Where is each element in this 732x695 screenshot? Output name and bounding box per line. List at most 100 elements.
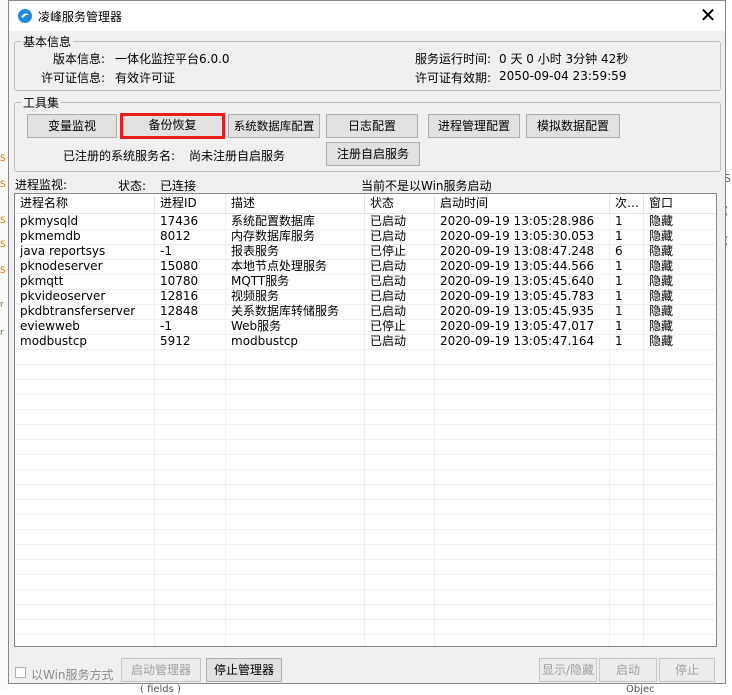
- column-header-count[interactable]: 次…: [610, 194, 644, 213]
- cell-window: 隐藏: [649, 319, 674, 333]
- cell-pid: -1: [160, 319, 172, 333]
- cell-start-time: 2020-09-19 13:08:47.248: [440, 244, 595, 258]
- cell-count: 1: [615, 274, 623, 288]
- cell-window: 隐藏: [649, 214, 674, 228]
- start-button[interactable]: 启动: [599, 658, 657, 682]
- win-service-checkbox-label: 以Win服务方式: [31, 668, 114, 682]
- registered-service-label: 已注册的系统服务名:: [63, 149, 176, 163]
- cell-window: 隐藏: [649, 334, 674, 348]
- cell-count: 1: [615, 304, 623, 318]
- cell-count: 1: [615, 289, 623, 303]
- cell-process-name: pkdbtransferserver: [20, 304, 136, 318]
- win-service-checkbox[interactable]: [15, 667, 26, 678]
- cell-count: 1: [615, 334, 623, 348]
- background-marker: r: [0, 300, 4, 310]
- column-header-pid[interactable]: 进程ID: [155, 194, 226, 213]
- background-marker: S: [0, 216, 6, 226]
- cell-description: 系统配置数据库: [231, 214, 316, 228]
- cell-pid: 8012: [160, 229, 191, 243]
- status-label: 状态:: [118, 179, 147, 193]
- title-bar[interactable]: 凌峰服务管理器 ✕: [9, 1, 725, 31]
- cell-status: 已启动: [370, 229, 407, 243]
- process-config-button[interactable]: 进程管理配置: [428, 114, 520, 138]
- table-row[interactable]: eviewweb -1 Web服务 已停止 2020-09-19 13:05:47.01…: [15, 319, 716, 334]
- background-app-strip: [0, 0, 8, 690]
- license-value: 有效许可证: [115, 71, 176, 85]
- variable-monitor-button[interactable]: 变量监视: [27, 114, 117, 138]
- cell-count: 1: [615, 214, 623, 228]
- cell-status: 已启动: [370, 304, 407, 318]
- cell-window: 隐藏: [649, 259, 674, 273]
- cell-description: 内存数据库服务: [231, 229, 316, 243]
- connection-status: 已连接: [160, 179, 197, 193]
- column-header-description[interactable]: 描述: [226, 194, 365, 213]
- uptime-label: 服务运行时间:: [414, 52, 491, 66]
- cell-window: 隐藏: [649, 244, 674, 258]
- cell-window: 隐藏: [649, 304, 674, 318]
- cell-pid: 12816: [160, 289, 199, 303]
- cell-process-name: pkmemdb: [20, 229, 81, 243]
- registered-service-value: 尚未注册自启服务: [189, 149, 286, 163]
- column-header-window[interactable]: 窗口: [644, 194, 716, 213]
- show-hide-button[interactable]: 显示/隐藏: [539, 658, 597, 682]
- table-row[interactable]: pknodeserver 15080 本地节点处理服务 已启动 2020-09-19 1…: [15, 259, 716, 274]
- cell-process-name: java reportsys: [20, 244, 106, 258]
- cell-process-name: eviewweb: [20, 319, 80, 333]
- cell-pid: -1: [160, 244, 172, 258]
- cell-window: 隐藏: [649, 289, 674, 303]
- background-marker: S: [0, 240, 6, 250]
- cell-count: 1: [615, 319, 623, 333]
- cell-start-time: 2020-09-19 13:05:47.017: [440, 319, 595, 333]
- cell-status: 已启动: [370, 274, 407, 288]
- cell-count: 1: [615, 259, 623, 273]
- cell-process-name: pknodeserver: [20, 259, 103, 273]
- app-logo-icon: [18, 9, 32, 23]
- simulation-data-config-button[interactable]: 模拟数据配置: [526, 114, 620, 138]
- uptime-value: 0 天 0 小时 3分钟 42秒: [499, 52, 629, 66]
- process-list[interactable]: 进程名称 进程ID 描述 状态 启动时间 次… 窗口 pkmysqld 17436…: [14, 193, 717, 647]
- table-row[interactable]: pkmysqld 17436 系统配置数据库 已启动 2020-09-19 13:05:…: [15, 214, 716, 229]
- background-marker: r: [0, 328, 4, 338]
- table-row[interactable]: modbustcp 5912 modbustcp 已启动 2020-09-19 13:0…: [15, 334, 716, 349]
- column-header-status[interactable]: 状态: [365, 194, 435, 213]
- cell-window: 隐藏: [649, 274, 674, 288]
- stop-button[interactable]: 停止: [659, 658, 715, 682]
- system-db-config-button[interactable]: 系统数据库配置: [228, 114, 320, 138]
- cell-pid: 10780: [160, 274, 199, 288]
- toolbox-legend: 工具集: [23, 96, 60, 110]
- table-row[interactable]: pkdbtransferserver 12848 关系数据库转储服务 已启动 2020-…: [15, 304, 716, 319]
- basic-info-legend: 基本信息: [23, 35, 72, 49]
- cell-start-time: 2020-09-19 13:05:45.783: [440, 289, 595, 303]
- column-header-start-time[interactable]: 启动时间: [435, 194, 610, 213]
- column-header-name[interactable]: 进程名称: [15, 194, 155, 213]
- background-marker: S: [0, 154, 6, 164]
- process-list-header: 进程名称 进程ID 描述 状态 启动时间 次… 窗口: [15, 194, 716, 214]
- cell-description: modbustcp: [231, 334, 299, 348]
- cell-start-time: 2020-09-19 13:05:30.053: [440, 229, 595, 243]
- cell-process-name: pkmysqld: [20, 214, 79, 228]
- expiry-label: 许可证有效期:: [414, 71, 491, 85]
- table-row[interactable]: pkvideoserver 12816 视频服务 已启动 2020-09-19 13:0…: [15, 289, 716, 304]
- cell-status: 已启动: [370, 214, 407, 228]
- service-manager-window: 凌峰服务管理器 ✕ 基本信息 版本信息: 一体化监控平台6.0.0 许可证信息:…: [8, 0, 726, 684]
- cell-start-time: 2020-09-19 13:05:28.986: [440, 214, 595, 228]
- cell-window: 隐藏: [649, 229, 674, 243]
- backup-restore-button[interactable]: 备份恢复: [120, 113, 225, 139]
- cell-description: 报表服务: [231, 244, 280, 258]
- cell-count: 1: [615, 229, 623, 243]
- table-row[interactable]: pkmqtt 10780 MQTT服务 已启动 2020-09-19 13:05:45.…: [15, 274, 716, 289]
- win-service-note: 当前不是以Win服务启动: [361, 179, 492, 193]
- start-manager-button[interactable]: 启动管理器: [121, 658, 201, 682]
- log-config-button[interactable]: 日志配置: [326, 114, 418, 138]
- cell-pid: 12848: [160, 304, 199, 318]
- register-autostart-button[interactable]: 注册自启服务: [326, 142, 420, 166]
- cell-pid: 5912: [160, 334, 191, 348]
- table-row[interactable]: java reportsys -1 报表服务 已停止 2020-09-19 13:08:…: [15, 244, 716, 259]
- stop-manager-button[interactable]: 停止管理器: [206, 658, 282, 682]
- window-title: 凌峰服务管理器: [38, 10, 123, 24]
- background-marker: S: [0, 266, 6, 276]
- cell-description: 视频服务: [231, 289, 280, 303]
- table-row[interactable]: pkmemdb 8012 内存数据库服务 已启动 2020-09-19 13:05:30…: [15, 229, 716, 244]
- cell-start-time: 2020-09-19 13:05:47.164: [440, 334, 595, 348]
- close-icon[interactable]: ✕: [693, 2, 723, 30]
